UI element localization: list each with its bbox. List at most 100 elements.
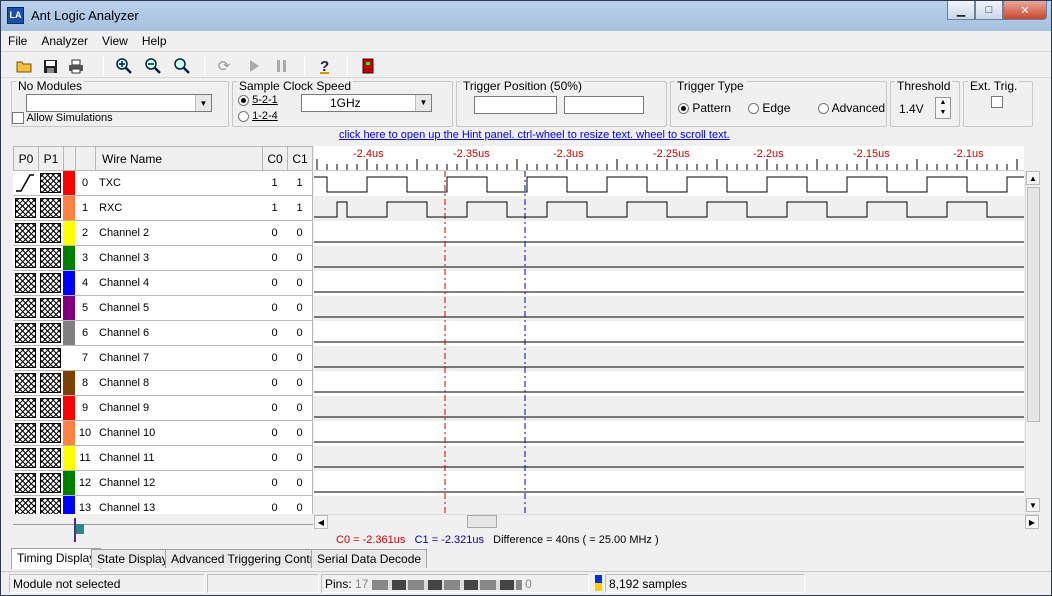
p1-dontcare[interactable] (38, 446, 64, 471)
allow-simulations-checkbox[interactable] (12, 112, 24, 125)
p0-dontcare[interactable] (13, 421, 39, 446)
p0-dontcare[interactable] (13, 371, 39, 396)
p1-dontcare[interactable] (38, 221, 64, 246)
table-row[interactable]: 10 Channel 10 0 0 (13, 421, 313, 446)
zoom-in-icon[interactable] (113, 55, 135, 77)
channel-name[interactable]: Channel 6 (95, 321, 263, 346)
clock-speed-select[interactable]: 1GHz ▼ (301, 94, 432, 112)
table-row[interactable]: 6 Channel 600 (13, 321, 313, 346)
channel-name[interactable]: Channel 4 (95, 271, 263, 296)
p0-dontcare[interactable] (13, 396, 39, 421)
threshold-spinner[interactable]: ▲ ▼ (935, 97, 951, 119)
horizontal-scrollbar[interactable]: ◀ ▶ (314, 514, 1041, 529)
p0-dontcare[interactable] (13, 496, 39, 514)
p1-dontcare[interactable] (38, 196, 64, 221)
save-icon[interactable] (39, 55, 61, 77)
waveform-area[interactable] (314, 171, 1024, 514)
channel-name[interactable]: TXC (95, 171, 263, 196)
table-row[interactable]: 3 Channel 300 (13, 246, 313, 271)
p0-dontcare[interactable] (13, 446, 39, 471)
channel-name[interactable]: Channel 7 (95, 346, 263, 371)
vertical-scroll-thumb[interactable] (1027, 187, 1040, 422)
channel-name[interactable]: Channel 8 (95, 371, 263, 396)
table-row[interactable]: 8 Channel 800 (13, 371, 313, 396)
channel-name[interactable]: Channel 12 (95, 471, 263, 496)
horizontal-scroll-thumb[interactable] (467, 515, 497, 528)
table-row[interactable]: 0 TXC 1 1 (13, 171, 313, 196)
minimize-button[interactable]: ▁ (947, 1, 975, 20)
module-select[interactable]: ▼ (26, 94, 212, 112)
channel-name[interactable]: RXC (95, 196, 263, 221)
scroll-down-icon[interactable]: ▼ (1026, 498, 1040, 512)
play-icon[interactable] (243, 55, 265, 77)
p1-dontcare[interactable] (38, 296, 64, 321)
p1-dontcare[interactable] (38, 246, 64, 271)
radio-advanced[interactable] (818, 103, 829, 115)
p0-dontcare[interactable] (13, 321, 39, 346)
menu-help[interactable]: Help (135, 31, 174, 48)
radio-5-2-1[interactable] (238, 94, 249, 106)
refresh-icon[interactable]: ⟳ (213, 55, 235, 77)
ext-trig-checkbox[interactable] (991, 96, 1003, 108)
cursor-overview[interactable] (13, 516, 313, 544)
table-row[interactable]: 9 Channel 900 (13, 396, 313, 421)
p1-dontcare[interactable] (38, 271, 64, 296)
table-row[interactable]: 5 Channel 500 (13, 296, 313, 321)
p0-dontcare[interactable] (13, 296, 39, 321)
radio-1-2-4[interactable] (238, 110, 249, 122)
menu-analyzer[interactable]: Analyzer (34, 31, 95, 48)
p1-dontcare[interactable] (38, 496, 64, 514)
pause-icon[interactable] (271, 55, 293, 77)
scroll-left-icon[interactable]: ◀ (314, 515, 328, 529)
p0-dontcare[interactable] (13, 471, 39, 496)
table-row[interactable]: 11 Channel 11 0 0 (13, 446, 313, 471)
p1-dontcare[interactable] (38, 321, 64, 346)
scroll-right-icon[interactable]: ▶ (1025, 515, 1039, 529)
trigger-position-input-2[interactable] (564, 96, 644, 114)
table-row[interactable]: 2 Channel 200 (13, 221, 313, 246)
channel-name[interactable]: Channel 11 (95, 446, 263, 471)
p0-dontcare[interactable] (13, 346, 39, 371)
p1-dontcare[interactable] (38, 396, 64, 421)
channel-name[interactable]: Channel 2 (95, 221, 263, 246)
p1-dontcare[interactable] (38, 346, 64, 371)
channel-name[interactable]: Channel 13 (95, 496, 263, 514)
trigger-position-input-1[interactable] (474, 96, 557, 114)
channel-name[interactable]: Channel 3 (95, 246, 263, 271)
p1-dontcare[interactable] (38, 471, 64, 496)
p0-dontcare[interactable] (13, 196, 39, 221)
hint-link[interactable]: click here to open up the Hint panel. ct… (339, 129, 730, 141)
p0-dontcare[interactable] (13, 221, 39, 246)
zoom-out-icon[interactable] (142, 55, 164, 77)
radio-edge[interactable] (748, 103, 759, 115)
print-icon[interactable] (65, 55, 87, 77)
channel-name[interactable]: Channel 9 (95, 396, 263, 421)
table-row[interactable]: 12 Channel 12 0 0 (13, 471, 313, 496)
view-marker[interactable] (76, 524, 84, 534)
maximize-button[interactable]: □ (975, 1, 1003, 20)
device-icon[interactable] (357, 55, 379, 77)
p0-dontcare[interactable] (13, 246, 39, 271)
menu-view[interactable]: View (95, 31, 135, 48)
p1-dontcare[interactable] (38, 421, 64, 446)
p1-dontcare[interactable] (38, 371, 64, 396)
table-row[interactable]: 4 Channel 400 (13, 271, 313, 296)
p0-edge-trigger[interactable] (13, 171, 39, 196)
p1-dontcare[interactable] (38, 171, 64, 196)
open-icon[interactable] (13, 55, 35, 77)
table-row[interactable]: 7 Channel 700 (13, 346, 313, 371)
help-icon[interactable]: ? (314, 55, 336, 77)
close-button[interactable]: ✕ (1003, 1, 1047, 20)
menu-file[interactable]: File (1, 31, 34, 48)
tab-state-display[interactable]: State Display (91, 549, 174, 568)
tab-advanced-triggering[interactable]: Advanced Triggering Control (165, 549, 330, 568)
scroll-up-icon[interactable]: ▲ (1026, 171, 1040, 185)
table-row[interactable]: 13 Channel 13 0 0 (13, 496, 313, 514)
p0-dontcare[interactable] (13, 271, 39, 296)
table-row[interactable]: 1 RXC 1 1 (13, 196, 313, 221)
radio-pattern[interactable] (678, 103, 689, 115)
channel-name[interactable]: Channel 5 (95, 296, 263, 321)
tab-serial-data-decode[interactable]: Serial Data Decode (311, 549, 428, 568)
channel-name[interactable]: Channel 10 (95, 421, 263, 446)
zoom-fit-icon[interactable] (171, 55, 193, 77)
